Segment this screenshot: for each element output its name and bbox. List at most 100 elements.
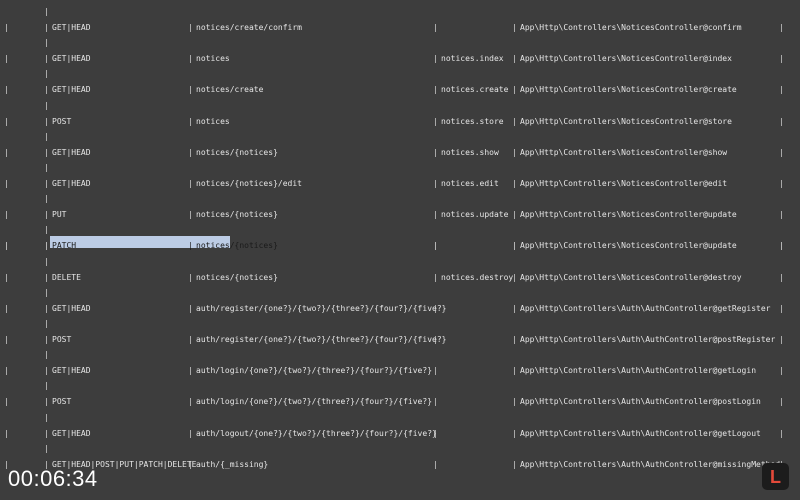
terminal-output[interactable]: | | | GET|HEAD | notices/create/confirm | | App\… [0,0,800,500]
table-pipe: | [188,335,193,344]
route-method: DELETE [52,272,81,282]
table-pipe: | [433,366,438,376]
table-pipe: | [44,54,49,64]
route-method: GET|HEAD [52,147,91,157]
table-pipe: | [779,179,784,188]
route-row: | | GET|HEAD | auth/register/{one?}/{two?}/{… [0,303,800,315]
table-pipe: | [44,272,49,282]
route-row: | | GET|HEAD | auth/login/{one?}/{two?}/{thr… [0,365,800,377]
table-pipe: | [779,54,784,64]
route-uri: notices/{notices} [196,210,278,220]
table-pipe: | [512,147,517,157]
table-spacer-pipe: | [44,38,49,48]
table-pipe: | [779,428,784,438]
route-uri: auth/logout/{one?}/{two?}/{three?}/{four… [196,428,437,438]
table-spacer-pipe: | [44,443,49,453]
table-pipe: | [4,147,9,157]
route-name: notices.update [441,210,509,220]
route-row: | | GET|HEAD | notices/{notices}/edit | notice… [0,178,800,190]
table-pipe: | [44,335,49,344]
table-pipe: | [4,23,9,32]
table-pipe: | [433,428,438,438]
table-spacer-pipe: | [44,319,49,328]
table-pipe: | [779,366,784,376]
route-row: | | PATCH | notices/{notices} | | App\Http\Cont… [0,240,800,252]
route-row: | | POST | auth/login/{one?}/{two?}/{three?}… [0,396,800,408]
route-method: POST [52,116,72,126]
table-pipe: | [779,23,784,32]
table-pipe: | [433,459,438,469]
route-row: | | GET|HEAD | notices/{notices} | notices.sho… [0,147,800,159]
table-pipe: | [4,116,9,126]
table-pipe: | [512,210,517,220]
table-pipe: | [4,179,9,188]
route-action: App\Http\Controllers\Auth\AuthController… [520,397,761,407]
table-pipe: | [779,397,784,407]
table-spacer-pipe: | [44,69,49,79]
table-pipe: | [44,428,49,438]
table-pipe: | [512,366,517,376]
table-pipe: | [512,241,517,251]
route-uri: notices/{notices} [196,241,278,251]
table-pipe: | [512,335,517,344]
table-pipe: | [779,303,784,313]
table-pipe: | [188,272,193,282]
route-row: | | GET|HEAD | auth/logout/{one?}/{two?}/{th… [0,428,800,440]
table-pipe: | [44,116,49,126]
route-action: App\Http\Controllers\NoticesController@i… [520,54,732,64]
table-pipe: | [433,147,438,157]
table-pipe: | [433,335,438,344]
table-pipe: | [779,147,784,157]
table-pipe: | [4,85,9,95]
table-spacer-pipe: | [44,131,49,141]
route-action: App\Http\Controllers\NoticesController@s… [520,147,728,157]
table-pipe: | [433,210,438,220]
table-pipe: | [188,397,193,407]
table-pipe: | [188,459,193,469]
route-row: | | GET|HEAD | notices/create | notices.create… [0,84,800,96]
route-uri: auth/register/{one?}/{two?}/{three?}/{fo… [196,335,447,344]
route-action: App\Http\Controllers\NoticesController@d… [520,272,742,282]
table-pipe: | [44,23,49,32]
table-pipe: | [433,303,438,313]
route-row: | | GET|HEAD|POST|PUT|PATCH|DELETE | auth/{_… [0,459,800,471]
route-name: notices.index [441,54,504,64]
table-spacer-pipe: | [44,163,49,172]
table-pipe: | [44,179,49,188]
table-pipe: | [188,303,193,313]
table-spacer-pipe: | [44,194,49,204]
route-uri: notices [196,54,230,64]
route-row: | | PUT | notices/{notices} | notices.update | A… [0,209,800,221]
route-method: POST [52,397,72,407]
route-name: notices.show [441,147,499,157]
route-method: PATCH [52,241,77,251]
table-pipe: | [44,303,49,313]
route-name: notices.edit [441,179,499,188]
table-pipe: | [188,54,193,64]
table-pipe: | [44,147,49,157]
table-pipe: | [512,428,517,438]
table-pipe: | [512,116,517,126]
route-action: App\Http\Controllers\NoticesController@c… [520,23,742,32]
table-pipe: | [44,85,49,95]
route-name: notices.create [441,85,509,95]
route-uri: auth/{_missing} [196,459,269,469]
table-spacer-pipe: | [44,287,49,297]
route-method: GET|HEAD [52,428,91,438]
laracasts-logo: L [762,463,789,490]
table-pipe: | [779,85,784,95]
route-action: App\Http\Controllers\Auth\AuthController… [520,335,776,344]
route-row: | | GET|HEAD | notices | notices.index | App\Htt… [0,53,800,65]
table-pipe: | [512,397,517,407]
route-method: GET|HEAD [52,179,91,188]
route-action: App\Http\Controllers\NoticesController@e… [520,179,728,188]
table-pipe: | [44,366,49,376]
table-spacer-pipe: | [44,100,49,110]
route-action: App\Http\Controllers\Auth\AuthController… [520,366,757,376]
table-pipe: | [779,210,784,220]
table-pipe: | [188,210,193,220]
table-pipe: | [433,397,438,407]
route-method: GET|HEAD [52,85,91,95]
table-pipe: | [4,303,9,313]
table-pipe: | [433,85,438,95]
